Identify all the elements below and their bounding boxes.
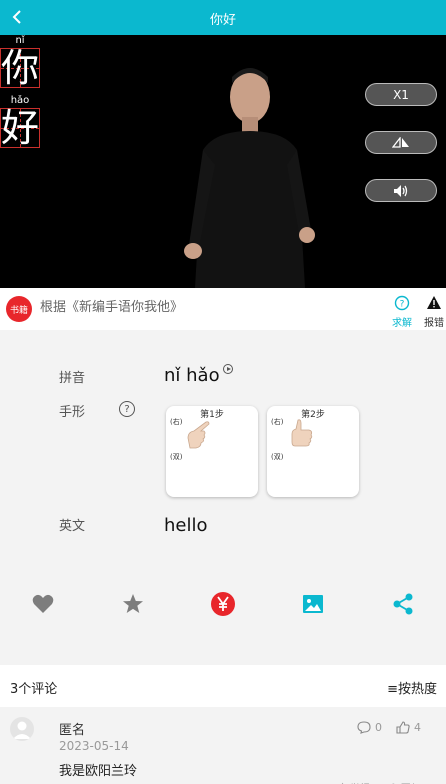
comment-like-button[interactable]: 4: [396, 721, 421, 734]
step-card[interactable]: 第1步 (右) (双): [166, 406, 258, 497]
reward-button[interactable]: [211, 592, 235, 616]
comment-author: 匿名: [59, 723, 86, 738]
character-glyph: 你: [0, 46, 39, 90]
reply-count[interactable]: 0: [357, 721, 382, 734]
avatar[interactable]: [10, 717, 34, 741]
image-icon: [303, 595, 323, 613]
handshape-help-icon[interactable]: ?: [119, 401, 135, 417]
warning-icon: [427, 296, 441, 309]
handshape-label: 手形: [59, 405, 86, 420]
like-count-value: 4: [414, 721, 421, 734]
report-comment-button[interactable]: ⚠举报: [338, 780, 370, 784]
reply-count-value: 0: [375, 721, 382, 734]
comment-item: 匿名 2023-05-14 我是欧阳兰玲 0 4 ⚠举报 ◌回复: [0, 707, 446, 784]
share-icon: [393, 593, 413, 615]
comment-count: 3个评论: [10, 682, 58, 697]
sort-by-popularity-button[interactable]: ≡按热度: [387, 678, 437, 697]
question-circle-icon: ?: [394, 295, 410, 311]
comment-text: 我是欧阳兰玲: [59, 764, 138, 779]
mirror-button[interactable]: [365, 131, 437, 154]
share-button[interactable]: [391, 592, 415, 616]
both-hands-tag: (双): [271, 453, 284, 461]
like-button[interactable]: [31, 592, 55, 616]
sign-video[interactable]: nǐ 你 hǎo 好 X1: [0, 35, 446, 288]
english-label: 英文: [59, 519, 86, 534]
right-hand-tag: (右): [170, 418, 183, 426]
pinyin-value: nǐ hǎo: [164, 364, 233, 386]
both-hands-tag: (双): [170, 453, 183, 461]
source-bar: 书籍 根据《新编手语你我他》 ? 求解 报错: [0, 288, 446, 330]
speed-label: X1: [393, 87, 409, 102]
report-label: 报错: [424, 318, 444, 329]
book-badge: 书籍: [6, 296, 32, 322]
character-glyph: 好: [0, 106, 39, 150]
source-text: 根据《新编手语你我他》: [40, 300, 184, 315]
character-pinyin: nǐ: [15, 35, 25, 46]
help-label: 求解: [392, 318, 412, 329]
pinyin-label: 拼音: [59, 371, 86, 386]
english-value: hello: [164, 515, 208, 536]
user-icon: [13, 721, 31, 739]
speed-button[interactable]: X1: [365, 83, 437, 106]
pointing-hand-icon: [187, 421, 210, 449]
mirror-icon: [392, 136, 409, 148]
sign-info: 拼音 nǐ hǎo 手形 ? 第1步 (右) (双) 第2步 (右) (双) 英…: [0, 330, 446, 665]
image-button[interactable]: [301, 592, 325, 616]
report-comment-label: 举报: [350, 780, 370, 784]
menu-icon: ≡: [387, 682, 398, 697]
speaker-icon: [394, 184, 408, 197]
step-card[interactable]: 第2步 (右) (双): [267, 406, 359, 497]
help-button[interactable]: ? 求解: [390, 295, 414, 329]
sound-button[interactable]: [365, 179, 437, 202]
yen-icon: [211, 592, 235, 616]
play-audio-icon[interactable]: [222, 364, 233, 374]
svg-text:?: ?: [400, 300, 405, 310]
reply-button[interactable]: ◌回复: [389, 780, 421, 784]
page: 你好 nǐ 你 hǎo 好 X1 书籍 根据《新编手语你我他》 ? 求解 报错 …: [0, 0, 446, 784]
action-bar: [0, 592, 446, 616]
thumbs-up-outline-icon: [396, 721, 410, 734]
comments-header: 3个评论 ≡按热度: [0, 665, 446, 707]
heart-icon: [32, 594, 54, 613]
pinyin-text: nǐ hǎo: [164, 365, 220, 386]
character-pinyin: hǎo: [10, 95, 30, 106]
reply-label: 回复: [401, 780, 421, 784]
sort-label: 按热度: [397, 682, 437, 697]
favorite-button[interactable]: [121, 592, 145, 616]
thumbs-up-icon: [291, 419, 313, 447]
comment-date: 2023-05-14: [59, 739, 129, 753]
page-title: 你好: [209, 13, 236, 28]
character-column: nǐ 你 hǎo 好: [0, 35, 44, 155]
chat-bubble-icon: [357, 721, 371, 734]
right-hand-tag: (右): [271, 418, 284, 426]
report-error-button[interactable]: 报错: [421, 295, 446, 329]
star-icon: [123, 594, 143, 613]
character-unit: nǐ 你: [0, 35, 44, 95]
signer-figure: [184, 68, 315, 288]
top-bar: 你好: [0, 0, 446, 35]
character-unit: hǎo 好: [0, 95, 44, 155]
